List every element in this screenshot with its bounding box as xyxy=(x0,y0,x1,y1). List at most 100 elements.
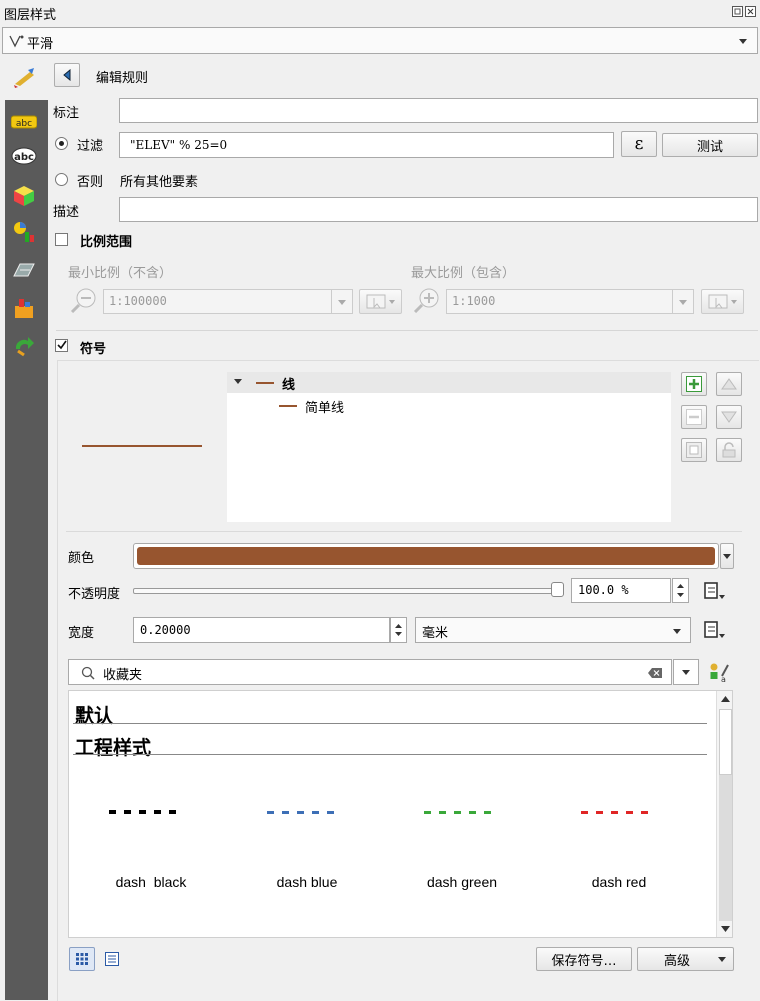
symbol-checkbox[interactable] xyxy=(55,339,68,352)
symbol-item-dash-red[interactable]: dash red xyxy=(549,801,689,901)
add-symbol-layer-button[interactable] xyxy=(681,372,707,396)
chevron-down-icon xyxy=(679,300,687,305)
data-defined-override-icon[interactable] xyxy=(701,619,727,641)
group-divider xyxy=(73,754,707,755)
sidebar-item-diagrams[interactable] xyxy=(7,218,41,246)
back-button[interactable] xyxy=(54,63,80,87)
label-caption: 标注 xyxy=(53,106,80,121)
symbol-item-dash-green[interactable]: dash green xyxy=(392,801,532,901)
renderer-combo[interactable]: 平滑 xyxy=(2,27,758,54)
chevron-down-icon xyxy=(723,553,731,559)
save-symbol-button[interactable]: 保存符号… xyxy=(536,947,632,971)
group-header-engineering: 工程样式 xyxy=(75,737,152,759)
epsilon-icon: ε xyxy=(634,134,644,154)
chevron-down-icon xyxy=(338,300,346,305)
style-manager-icon[interactable]: a xyxy=(708,662,730,684)
sidebar-item-masks[interactable]: abc xyxy=(7,142,41,170)
else-text: 所有其他要素 xyxy=(120,175,199,190)
label-input[interactable] xyxy=(119,98,758,123)
chevron-down-icon xyxy=(673,629,681,634)
opacity-slider-handle[interactable] xyxy=(551,582,564,597)
sidebar-item-3d[interactable] xyxy=(7,182,41,210)
sidebar-item-actions[interactable] xyxy=(7,332,41,360)
color-button[interactable] xyxy=(133,543,719,569)
symbol-layer-tree[interactable]: 线 简单线 xyxy=(227,372,671,522)
max-scale-combo[interactable]: 1:1000 xyxy=(446,289,694,314)
width-spin-arrows[interactable] xyxy=(390,617,407,643)
map-canvas-cursor-icon xyxy=(708,294,737,308)
symbol-preview xyxy=(82,445,202,447)
sidebar-item-rendering[interactable] xyxy=(7,256,41,284)
else-radio[interactable] xyxy=(55,173,68,186)
sidebar-item-fields[interactable] xyxy=(7,294,41,322)
scrollbar[interactable] xyxy=(716,691,732,937)
width-spinbox[interactable]: 0.20000 xyxy=(133,617,390,643)
map-canvas-cursor-icon xyxy=(366,294,395,308)
else-caption: 否则 xyxy=(77,175,104,190)
sidebar-item-symbology[interactable] xyxy=(7,63,41,91)
color-label: 颜色 xyxy=(68,551,95,566)
minus-icon xyxy=(686,409,702,425)
min-scale-value: 1:100000 xyxy=(109,294,167,308)
library-search-input[interactable]: 收藏夹 xyxy=(68,659,672,685)
advanced-button[interactable]: 高级 xyxy=(637,947,734,971)
scrollbar-handle[interactable] xyxy=(719,709,732,775)
float-icon[interactable] xyxy=(732,6,743,17)
expression-button[interactable]: ε xyxy=(621,131,657,157)
move-down-button[interactable] xyxy=(716,405,742,429)
symbol-item-dash-black[interactable]: dash black xyxy=(81,801,221,901)
color-menu-button[interactable] xyxy=(720,543,734,569)
duplicate-layer-button[interactable] xyxy=(681,438,707,462)
clear-icon[interactable] xyxy=(647,667,663,679)
scrollbar-trough xyxy=(719,775,732,921)
spin-arrows-icon xyxy=(395,624,402,636)
sidebar: abc abc xyxy=(0,58,48,1000)
opacity-spin-arrows[interactable] xyxy=(672,578,689,603)
search-icon xyxy=(81,666,95,680)
data-defined-override-icon[interactable] xyxy=(701,580,727,602)
grid-view-icon xyxy=(76,953,88,965)
symbol-item-dash-blue[interactable]: dash blue xyxy=(237,801,377,901)
mask-abc-icon: abc xyxy=(11,147,37,165)
cube-3d-icon xyxy=(14,186,34,206)
opacity-spinbox[interactable]: 100.0 % xyxy=(571,578,671,603)
scroll-up-icon[interactable] xyxy=(721,696,730,702)
lock-layer-button[interactable] xyxy=(716,438,742,462)
chevron-down-icon xyxy=(739,39,747,44)
max-scale-canvas-button[interactable] xyxy=(701,289,744,314)
actions-icon xyxy=(15,337,34,357)
filter-radio[interactable] xyxy=(55,137,68,150)
max-scale-value: 1:1000 xyxy=(452,294,496,308)
min-scale-label: 最小比例（不含） xyxy=(68,266,173,281)
symbol-library-list[interactable]: 默认 工程样式 dash black dash blue dash green … xyxy=(68,690,733,938)
test-button[interactable]: 测试 xyxy=(662,133,758,157)
arrow-up-icon xyxy=(721,378,737,390)
rendering-icon xyxy=(13,263,35,277)
description-input[interactable] xyxy=(119,197,758,222)
color-swatch xyxy=(137,547,715,565)
smooth-line-icon xyxy=(9,35,24,48)
icon-view-button[interactable] xyxy=(69,947,95,971)
diagram-icon xyxy=(14,222,34,242)
scale-range-title: 比例范围 xyxy=(80,235,133,250)
library-filter-combo[interactable] xyxy=(673,659,699,685)
tree-item-simple-line: 简单线 xyxy=(305,401,345,416)
opacity-label: 不透明度 xyxy=(68,587,121,602)
unit-combo[interactable]: 毫米 xyxy=(415,617,691,643)
sidebar-item-labels[interactable]: abc xyxy=(7,108,41,136)
move-up-button[interactable] xyxy=(716,372,742,396)
min-scale-canvas-button[interactable] xyxy=(359,289,402,314)
scroll-down-icon[interactable] xyxy=(721,926,730,932)
close-icon[interactable] xyxy=(745,6,756,17)
remove-symbol-layer-button[interactable] xyxy=(681,405,707,429)
opacity-slider-track[interactable] xyxy=(133,588,563,594)
min-scale-combo[interactable]: 1:100000 xyxy=(103,289,353,314)
filter-input[interactable]: "ELEV" % 25=0 xyxy=(119,132,614,158)
chevron-down-icon xyxy=(718,957,726,962)
title-bar: 图层样式 xyxy=(0,0,760,26)
labels-abc-icon: abc xyxy=(11,115,37,129)
scale-range-checkbox[interactable] xyxy=(55,233,68,246)
list-view-button[interactable] xyxy=(100,947,124,971)
group-divider xyxy=(73,723,707,724)
chevron-down-icon xyxy=(682,670,690,675)
